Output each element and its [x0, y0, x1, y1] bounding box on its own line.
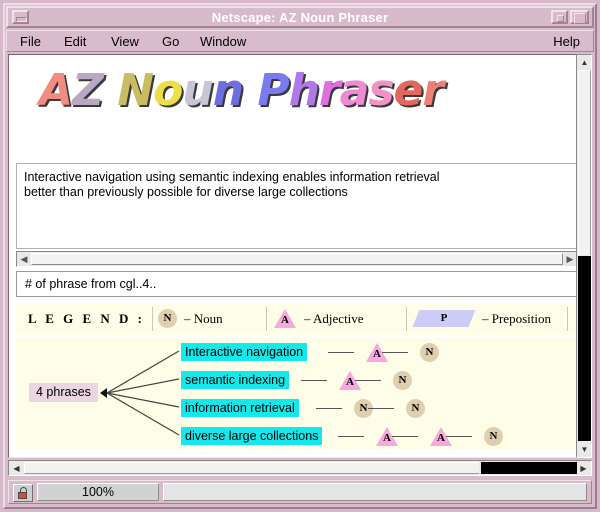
phrase-count-value: # of phrase from cgl..4..	[25, 277, 157, 291]
adjective-marker-letter: A	[281, 314, 289, 326]
description-horizontal-scrollbar[interactable]: ◀ ▶	[16, 251, 578, 267]
preposition-marker-icon: P	[412, 310, 476, 327]
scroll-left-icon[interactable]: ◀	[10, 462, 23, 475]
menu-edit[interactable]: Edit	[59, 33, 91, 50]
adjective-marker-letter: A	[383, 432, 391, 444]
browser-window: Netscape: AZ Noun Phraser File Edit View…	[0, 0, 600, 512]
legend-label-adjective: – Adjective	[304, 311, 364, 326]
page-content: AZ Noun Phraser Interactive navigation u…	[8, 54, 592, 458]
window-title: Netscape: AZ Noun Phraser	[211, 10, 389, 25]
scroll-right-icon[interactable]: ▶	[577, 462, 590, 475]
scroll-thumb[interactable]	[31, 253, 563, 265]
legend-divider	[152, 307, 153, 331]
logo-letter: s	[368, 65, 394, 116]
adjective-marker-letter: A	[346, 376, 354, 388]
description-textarea[interactable]: Interactive navigation using semantic in…	[16, 163, 578, 249]
adjective-marker-letter: A	[437, 432, 445, 444]
tag-connector	[338, 436, 364, 437]
noun-marker-icon: N	[484, 427, 503, 446]
menu-help[interactable]: Help	[548, 33, 585, 50]
legend-bar: L E G E N D : N – Noun A – Adjective P –…	[16, 303, 578, 335]
legend-divider	[406, 307, 407, 331]
logo-letter: h	[288, 65, 320, 116]
logo-letter: A	[39, 65, 73, 116]
adjective-marker-letter: A	[373, 348, 381, 360]
tree-root-node[interactable]: 4 phrases	[29, 383, 98, 402]
menu-window[interactable]: Window	[195, 33, 251, 50]
tag-connector	[446, 436, 472, 437]
status-message-field	[163, 483, 587, 501]
menu-bar: File Edit View Go Window Help	[6, 30, 594, 52]
tag-connector	[382, 352, 408, 353]
legend-divider	[567, 307, 568, 331]
description-line-1: Interactive navigation using semantic in…	[24, 170, 440, 184]
noun-marker-icon: N	[158, 309, 177, 328]
tag-connector	[316, 408, 342, 409]
phrase-tree: 4 phrases Interactive navigation A Nsemant…	[16, 338, 578, 450]
logo-letter: e	[393, 65, 424, 116]
scroll-left-icon[interactable]: ◀	[18, 253, 30, 265]
description-line-2: better than previously possible for dive…	[24, 185, 348, 199]
restore-button[interactable]	[551, 10, 568, 24]
noun-marker-icon: N	[393, 371, 412, 390]
page-horizontal-scrollbar[interactable]: ◀ ▶	[8, 460, 592, 476]
scroll-track[interactable]	[578, 70, 591, 255]
status-bar: 100%	[8, 480, 592, 504]
phrase-node[interactable]: information retrieval	[181, 399, 299, 417]
logo-letter	[243, 65, 257, 116]
menu-file[interactable]: File	[15, 33, 46, 50]
scroll-thumb[interactable]	[481, 462, 577, 474]
preposition-marker-letter: P	[440, 312, 448, 324]
logo-letter: o	[153, 65, 183, 116]
tag-connector	[368, 408, 394, 409]
noun-marker-icon: N	[406, 399, 425, 418]
phrase-node[interactable]: semantic indexing	[181, 371, 290, 389]
phrase-count-input[interactable]: # of phrase from cgl..4..	[16, 271, 578, 297]
noun-marker-icon: N	[420, 343, 439, 362]
title-bar[interactable]: Netscape: AZ Noun Phraser	[6, 6, 594, 28]
maximize-button[interactable]	[570, 10, 589, 24]
menu-view[interactable]: View	[106, 33, 144, 50]
tag-connector	[328, 352, 354, 353]
lock-body	[18, 492, 27, 499]
logo-letter: a	[339, 65, 370, 116]
legend-divider	[266, 307, 267, 331]
adjective-marker-icon: A	[274, 309, 296, 328]
logo-letter: r	[422, 65, 444, 116]
logo-letter	[103, 65, 117, 116]
legend-title: L E G E N D :	[28, 311, 146, 326]
logo-letter: P	[257, 65, 289, 116]
logo-letter: r	[318, 65, 341, 116]
legend-label-preposition: – Preposition	[482, 311, 551, 326]
scroll-right-icon[interactable]: ▶	[564, 253, 576, 265]
logo-letter: Z	[72, 65, 104, 116]
scroll-down-icon[interactable]: ▼	[578, 443, 591, 456]
menu-go[interactable]: Go	[157, 33, 184, 50]
scroll-thumb[interactable]	[578, 256, 591, 441]
progress-indicator: 100%	[37, 483, 159, 501]
logo-letter: N	[117, 65, 154, 116]
tag-connector	[392, 436, 418, 437]
tag-connector	[301, 380, 327, 381]
scroll-up-icon[interactable]: ▲	[578, 56, 591, 69]
legend-label-noun: – Noun	[184, 311, 223, 326]
phrase-node[interactable]: Interactive navigation	[181, 343, 308, 361]
az-noun-phraser-logo: AZ Noun Phraser	[39, 62, 444, 120]
logo-letter: u	[182, 65, 213, 116]
scroll-track[interactable]	[24, 462, 479, 474]
phrase-node[interactable]: diverse large collections	[181, 427, 323, 445]
page-vertical-scrollbar[interactable]: ▲ ▼	[576, 54, 592, 458]
security-lock-icon[interactable]	[13, 484, 33, 502]
tag-connector	[355, 380, 381, 381]
logo-letter: n	[212, 65, 244, 116]
